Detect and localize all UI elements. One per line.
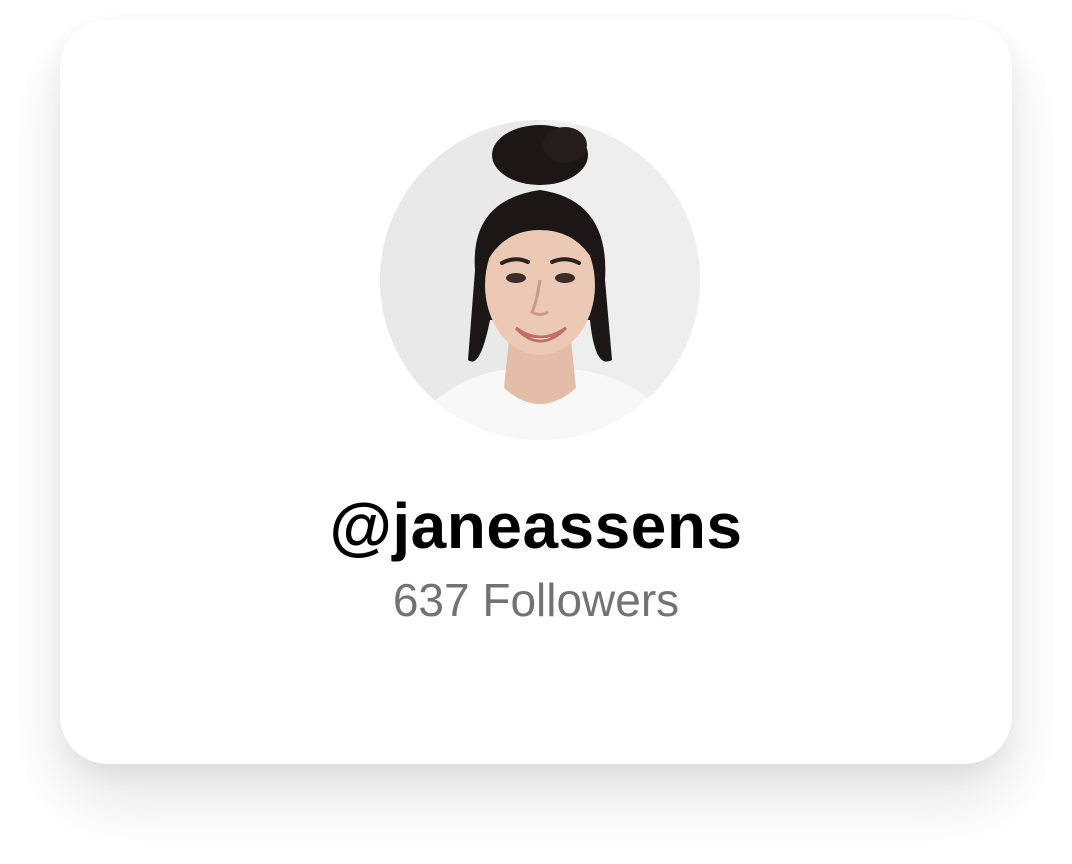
username: @janeassens bbox=[329, 490, 743, 562]
followers-count: 637 Followers bbox=[392, 574, 680, 626]
avatar[interactable] bbox=[380, 120, 700, 440]
avatar-photo bbox=[380, 120, 700, 440]
page: @janeassens 637 Followers bbox=[0, 0, 1072, 864]
profile-card[interactable]: @janeassens 637 Followers bbox=[60, 20, 1012, 764]
